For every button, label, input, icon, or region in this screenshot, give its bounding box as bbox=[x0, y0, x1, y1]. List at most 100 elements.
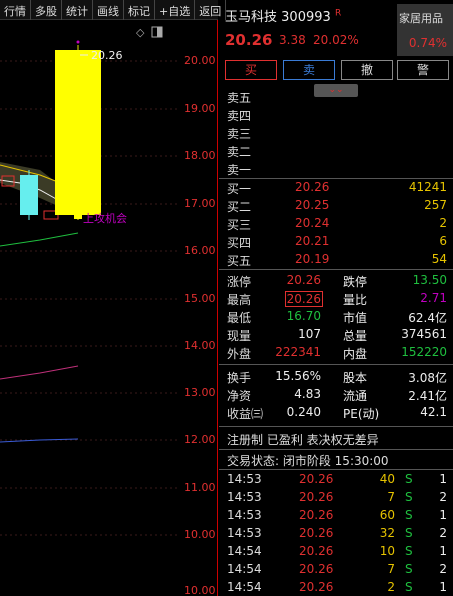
bid-label: 买五 bbox=[227, 254, 252, 268]
bid-row: 买一 20.26 41241 bbox=[219, 179, 453, 197]
diamond-icon: ◇ bbox=[136, 26, 145, 39]
price-change: 3.38 bbox=[279, 33, 306, 47]
inner-volume-value: 152220 bbox=[401, 345, 447, 359]
stat-row: 净资 4.83 流通 2.41亿 bbox=[219, 386, 453, 404]
trade-price: 20.26 bbox=[299, 526, 334, 540]
sector-pct: 0.74% bbox=[408, 36, 447, 50]
top-menu: 行情 多股 统计 画线 标记 +自选 返回 bbox=[0, 0, 227, 20]
limit-down-label: 跌停 bbox=[343, 275, 368, 289]
kline-chart[interactable]: ◇ 20.26 上攻机会 20.00 19.00 18.00 17.00 16.… bbox=[0, 20, 218, 596]
bid-price: 20.19 bbox=[295, 252, 330, 266]
ask-row: 卖五 bbox=[219, 88, 453, 106]
pe-value: 42.1 bbox=[420, 405, 447, 419]
price-tick: 10.00 bbox=[184, 528, 216, 541]
trade-time: 14:53 bbox=[227, 490, 262, 504]
low-label: 最低 bbox=[227, 311, 252, 325]
trade-side: S bbox=[405, 562, 413, 576]
last-volume-label: 现量 bbox=[227, 329, 252, 343]
ask-label: 卖二 bbox=[227, 145, 252, 159]
status-row: 交易状态: 闭市阶段 15:30:00 bbox=[219, 451, 453, 469]
stock-suffix: R bbox=[334, 8, 342, 19]
limit-up-value: 20.26 bbox=[286, 273, 321, 287]
menu-quote[interactable]: 行情 bbox=[0, 0, 31, 20]
float-value: 2.41亿 bbox=[408, 389, 447, 403]
high-label: 最高 bbox=[227, 293, 252, 307]
price-tick: 10.00 bbox=[184, 584, 216, 596]
sector-name: 家居用品 bbox=[399, 12, 443, 25]
trade-volume: 60 bbox=[379, 508, 395, 522]
bid-price: 20.26 bbox=[295, 180, 330, 194]
price-tick: 17.00 bbox=[184, 197, 216, 210]
bid-price: 20.25 bbox=[295, 198, 330, 212]
price-tick: 13.00 bbox=[184, 386, 216, 399]
bid-volume: 41241 bbox=[408, 180, 447, 194]
trade-price: 20.26 bbox=[299, 508, 334, 522]
limit-down-value: 13.50 bbox=[412, 273, 447, 287]
bid-label: 买四 bbox=[227, 236, 252, 250]
menu-draw-line[interactable]: 画线 bbox=[93, 0, 124, 20]
sell-button[interactable]: 卖 bbox=[283, 60, 335, 80]
volume-ratio-value: 2.71 bbox=[420, 291, 447, 305]
inner-volume-label: 内盘 bbox=[343, 347, 368, 361]
menu-add-favorite[interactable]: +自选 bbox=[155, 0, 196, 20]
stat-row: 涨停 20.26 跌停 13.50 bbox=[219, 272, 453, 290]
menu-multi-stock[interactable]: 多股 bbox=[31, 0, 62, 20]
trade-side: S bbox=[405, 544, 413, 558]
trade-volume: 32 bbox=[379, 526, 395, 540]
stat-row: 收益㈢ 0.240 PE(动) 42.1 bbox=[219, 404, 453, 422]
menu-mark[interactable]: 标记 bbox=[124, 0, 155, 20]
bid-label: 买二 bbox=[227, 200, 252, 214]
ask-label: 卖三 bbox=[227, 127, 252, 141]
trade-side: S bbox=[405, 508, 413, 522]
trade-time: 14:54 bbox=[227, 580, 262, 594]
ask-row: 卖一 bbox=[219, 160, 453, 178]
menu-stats[interactable]: 统计 bbox=[62, 0, 93, 20]
share-capital-label: 股本 bbox=[343, 371, 368, 385]
trade-time: 14:53 bbox=[227, 472, 262, 486]
trade-price: 20.26 bbox=[299, 472, 334, 486]
last-price: 20.26 bbox=[225, 31, 273, 49]
market-cap-label: 市值 bbox=[343, 311, 368, 325]
trade-price: 20.26 bbox=[299, 544, 334, 558]
price-tick: 19.00 bbox=[184, 102, 216, 115]
pe-label: PE(动) bbox=[343, 407, 380, 421]
candle-limit-up bbox=[55, 50, 101, 215]
alert-button[interactable]: 警 bbox=[397, 60, 449, 80]
bid-label: 买一 bbox=[227, 182, 252, 196]
trade-volume: 40 bbox=[379, 472, 395, 486]
bid-row: 买二 20.25 257 bbox=[219, 197, 453, 215]
trade-count: 2 bbox=[439, 526, 447, 540]
cancel-order-button[interactable]: 撤 bbox=[341, 60, 393, 80]
trade-volume: 7 bbox=[387, 490, 395, 504]
price-tick: 11.00 bbox=[184, 481, 216, 494]
notice-row: 注册制 已盈利 表决权无差异 bbox=[219, 430, 453, 448]
stat-row: 最低 16.70 市值 62.4亿 bbox=[219, 308, 453, 326]
net-asset-label: 净资 bbox=[227, 389, 252, 403]
trade-row: 14:53 20.26 60 S 1 bbox=[219, 507, 453, 525]
total-volume-label: 总量 bbox=[343, 329, 368, 343]
price-tick: 18.00 bbox=[184, 149, 216, 162]
volume-ratio-label: 量比 bbox=[343, 293, 368, 307]
buy-button[interactable]: 买 bbox=[225, 60, 277, 80]
trade-count: 1 bbox=[439, 580, 447, 594]
trade-volume: 7 bbox=[387, 562, 395, 576]
turnover-value: 15.56% bbox=[275, 369, 321, 383]
ask-label: 卖五 bbox=[227, 91, 252, 105]
trade-count: 1 bbox=[439, 544, 447, 558]
low-value: 16.70 bbox=[286, 309, 321, 323]
trade-row: 14:54 20.26 7 S 2 bbox=[219, 561, 453, 579]
float-label: 流通 bbox=[343, 389, 368, 403]
bid-volume: 2 bbox=[439, 216, 447, 230]
trade-count: 1 bbox=[439, 508, 447, 522]
trade-row: 14:53 20.26 40 S 1 bbox=[219, 471, 453, 489]
sector-box[interactable]: 家居用品 0.74% bbox=[397, 4, 453, 56]
trade-side: S bbox=[405, 580, 413, 594]
trade-row: 14:54 20.26 10 S 1 bbox=[219, 543, 453, 561]
quote-panel: 玉马科技 300993 R 家居用品 0.74% 20.26 3.38 20.0… bbox=[219, 0, 453, 596]
ask-row: 卖四 bbox=[219, 106, 453, 124]
market-cap-value: 62.4亿 bbox=[408, 311, 447, 325]
trade-price: 20.26 bbox=[299, 490, 334, 504]
high-price-label: 20.26 bbox=[91, 49, 123, 62]
outer-volume-value: 222341 bbox=[275, 345, 321, 359]
bid-row: 买三 20.24 2 bbox=[219, 215, 453, 233]
